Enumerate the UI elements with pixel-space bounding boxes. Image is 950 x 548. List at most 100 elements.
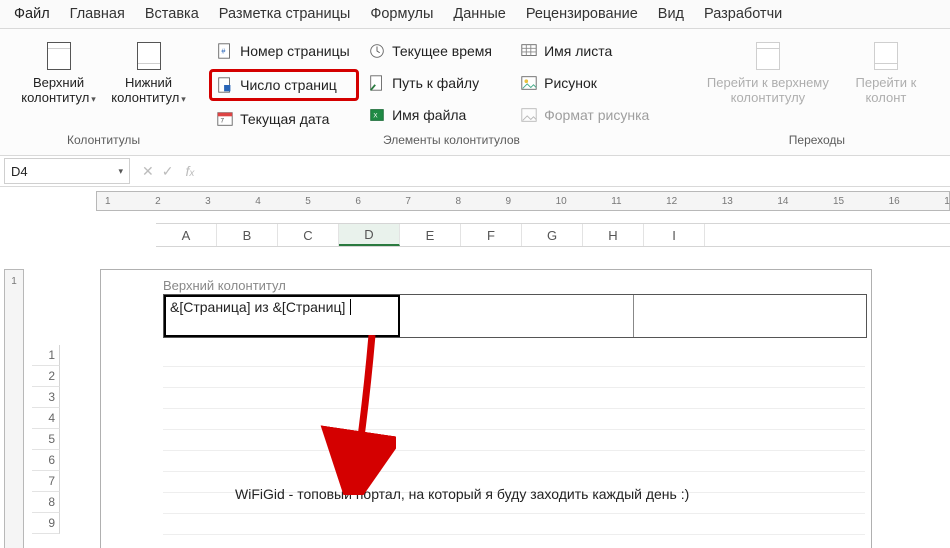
group-navigation: Перейти к верхнему колонтитулу Перейти к… [688,35,946,149]
ruler-tick: 2 [155,196,161,207]
row-header-9[interactable]: 9 [32,513,60,534]
current-date-button[interactable]: 7 Текущая дата [209,105,359,133]
tab-home[interactable]: Главная [60,2,135,26]
goto-footer-icon [874,42,898,70]
tab-file[interactable]: Файл [4,2,60,26]
ruler-tick: 1 [105,196,111,207]
row-header-7[interactable]: 7 [32,471,60,492]
ruler-tick: 11 [611,196,621,207]
group-label: Переходы [688,133,946,147]
time-icon [368,42,386,60]
row-header-8[interactable]: 8 [32,492,60,513]
tab-data[interactable]: Данные [443,2,515,26]
grid-row[interactable] [163,451,865,472]
grid-row[interactable] [163,346,865,367]
ruler-tick: 13 [722,196,733,207]
grid-row[interactable] [163,409,865,430]
chevron-down-icon: ▾ [181,94,186,104]
ruler-tick: 14 [777,196,788,207]
fx-icon[interactable]: fx [185,163,194,179]
picture-icon [520,74,538,92]
row-headers: 123456789 [32,345,60,534]
name-box[interactable]: D4 ▾ [4,158,130,184]
group-header-footer: Верхний колонтитул▾ Нижний колонтитул▾ К… [4,35,203,149]
header-icon [47,42,71,70]
row-header-5[interactable]: 5 [32,429,60,450]
column-header-F[interactable]: F [461,224,522,246]
formula-bar: D4 ▾ ✕ ✓ fx [0,155,950,187]
grid-row[interactable] [163,388,865,409]
sheet-name-button[interactable]: Имя листа [513,37,663,65]
tab-insert[interactable]: Вставка [135,2,209,26]
cancel-icon[interactable]: ✕ [142,163,154,180]
goto-header-icon [756,42,780,70]
column-header-E[interactable]: E [400,224,461,246]
file-name-button[interactable]: X Имя файла [361,101,511,129]
body-text: WiFiGid - топовый портал, на который я б… [235,486,689,502]
column-header-C[interactable]: C [278,224,339,246]
ruler-tick: 5 [305,196,311,207]
page-count-button[interactable]: Число страниц [209,69,359,101]
column-header-I[interactable]: I [644,224,705,246]
row-header-6[interactable]: 6 [32,450,60,471]
ruler-tick: 17 [944,196,950,207]
header-footer-label: Верхний колонтитул [163,278,286,293]
page-count-icon [216,76,234,94]
ruler-tick: 8 [455,196,461,207]
header-section[interactable]: &[Страница] из &[Страниц] [163,294,867,338]
ruler-tick: 15 [833,196,844,207]
page-preview: Верхний колонтитул &[Страница] из &[Стра… [100,269,872,548]
column-header-D[interactable]: D [339,224,400,246]
grid-row[interactable] [163,430,865,451]
header-left-cell[interactable]: &[Страница] из &[Страниц] [164,295,400,337]
ruler-tick: 16 [889,196,900,207]
tab-formulas[interactable]: Формулы [360,2,443,26]
row-header-2[interactable]: 2 [32,366,60,387]
sheet-area: 12345678910111213141516171819 1 ABCDEFGH… [0,187,950,548]
date-icon: 7 [216,110,234,128]
column-headers: ABCDEFGHI [156,223,950,247]
picture-button[interactable]: Рисунок [513,69,663,97]
page-number-icon: # [216,42,234,60]
header-button[interactable]: Верхний колонтитул▾ [16,35,102,107]
ribbon: Верхний колонтитул▾ Нижний колонтитул▾ К… [0,29,950,155]
tab-view[interactable]: Вид [648,2,694,26]
ruler-tick: 1 [11,276,17,287]
vertical-ruler[interactable]: 1 [4,269,24,548]
column-header-B[interactable]: B [217,224,278,246]
ruler-tick: 4 [255,196,261,207]
tab-layout[interactable]: Разметка страницы [209,2,361,26]
menu-tabs: Файл Главная Вставка Разметка страницы Ф… [0,0,950,29]
column-header-G[interactable]: G [522,224,583,246]
goto-header-button: Перейти к верхнему колонтитулу [701,35,835,105]
header-center-cell[interactable] [400,295,633,337]
footer-icon [137,42,161,70]
ruler-tick: 12 [666,196,677,207]
header-right-cell[interactable] [634,295,866,337]
chevron-down-icon[interactable]: ▾ [118,166,123,177]
row-header-4[interactable]: 4 [32,408,60,429]
ruler-tick: 9 [506,196,512,207]
column-header-H[interactable]: H [583,224,644,246]
confirm-icon[interactable]: ✓ [162,163,174,180]
file-path-button[interactable]: Путь к файлу [361,69,511,97]
page-number-button[interactable]: # Номер страницы [209,37,359,65]
formula-input[interactable] [202,159,950,183]
svg-text:7: 7 [221,118,225,125]
column-header-A[interactable]: A [156,224,217,246]
footer-button[interactable]: Нижний колонтитул▾ [106,35,192,107]
horizontal-ruler[interactable]: 12345678910111213141516171819 [96,191,950,211]
tab-dev[interactable]: Разработчи [694,2,792,26]
chevron-down-icon: ▾ [91,94,96,104]
group-label: Колонтитулы [4,133,203,147]
worksheet-grid[interactable] [163,346,865,535]
grid-row[interactable] [163,367,865,388]
format-picture-icon [520,106,538,124]
row-header-3[interactable]: 3 [32,387,60,408]
tab-review[interactable]: Рецензирование [516,2,648,26]
ruler-tick: 10 [556,196,567,207]
ruler-tick: 7 [405,196,411,207]
current-time-button[interactable]: Текущее время [361,37,511,65]
grid-row[interactable] [163,514,865,535]
row-header-1[interactable]: 1 [32,345,60,366]
